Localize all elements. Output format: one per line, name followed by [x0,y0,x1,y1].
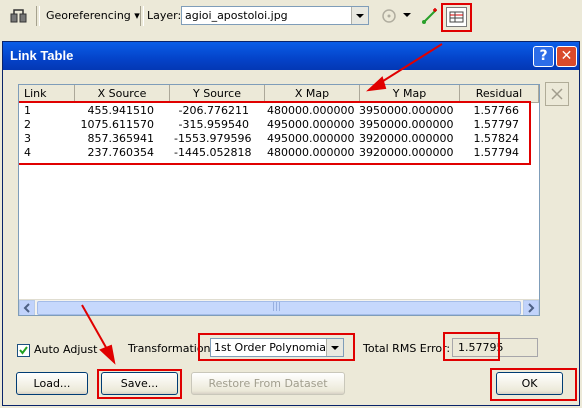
arrow-head-table [366,76,387,92]
arrow-head-save [99,344,116,365]
annotation-arrows [81,43,443,365]
